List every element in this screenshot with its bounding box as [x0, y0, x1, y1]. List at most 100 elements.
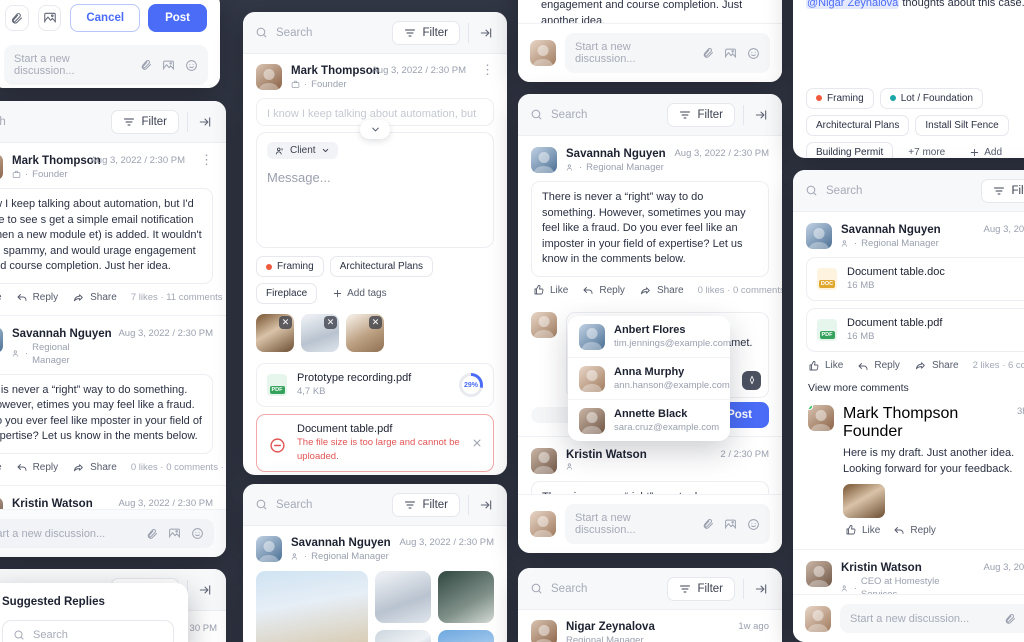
- tag-chip[interactable]: Install Silt Fence: [915, 114, 1009, 136]
- suggested-replies-search-input[interactable]: Search: [2, 620, 174, 642]
- filter-icon: [680, 585, 691, 592]
- reply-button[interactable]: Reply: [16, 461, 58, 473]
- share-button[interactable]: Share: [72, 291, 117, 304]
- like-button[interactable]: Like: [808, 360, 843, 372]
- mention-option[interactable]: Annette Black sara.cruz@example.com: [568, 399, 730, 441]
- search-input[interactable]: earch: [0, 115, 103, 128]
- view-more-comments-button[interactable]: View more comments: [806, 376, 1024, 396]
- tag-list: Framing Lot / Foundation Architectural P…: [806, 80, 1024, 158]
- new-discussion-input[interactable]: Start a new discussion...: [840, 604, 1024, 633]
- expand-chevron-down-icon[interactable]: [360, 120, 390, 139]
- filter-button[interactable]: Filter: [392, 20, 460, 45]
- collapse-panel-icon[interactable]: [477, 498, 495, 512]
- filter-icon: [405, 29, 416, 36]
- new-discussion-input[interactable]: Start a new discussion...: [0, 519, 214, 548]
- gallery-image[interactable]: [256, 571, 368, 642]
- add-tags-label: Add: [984, 146, 1003, 158]
- post-menu-icon[interactable]: ⋮: [475, 63, 494, 76]
- comment-image[interactable]: [843, 484, 885, 518]
- tag-chip[interactable]: Framing: [256, 256, 324, 277]
- mention-token[interactable]: @Nigar Zeynalova: [806, 0, 900, 9]
- cancel-button[interactable]: Cancel: [70, 4, 141, 32]
- new-discussion-input[interactable]: Start a new discussion...: [565, 504, 770, 544]
- add-tags-button[interactable]: Add tags: [323, 284, 396, 303]
- like-button[interactable]: e: [0, 461, 2, 473]
- collapse-panel-icon[interactable]: [196, 583, 214, 597]
- reply-button[interactable]: Reply: [16, 291, 58, 303]
- image-thumbnail[interactable]: ✕: [256, 314, 294, 352]
- tag-chip[interactable]: Architectural Plans: [329, 256, 434, 277]
- tag-chip[interactable]: Building Permit: [806, 141, 894, 158]
- filter-button[interactable]: Filter: [111, 109, 179, 134]
- mention-option[interactable]: Anbert Flores tim.jennings@example.com: [568, 316, 730, 357]
- attach-icon[interactable]: [5, 5, 29, 31]
- post-button[interactable]: Post: [148, 4, 207, 32]
- filter-button[interactable]: Filter: [667, 102, 735, 127]
- collapse-panel-icon[interactable]: [477, 26, 495, 40]
- post-author: Savannah Nguyen: [12, 327, 112, 340]
- reply-button[interactable]: Reply: [893, 524, 936, 536]
- tag-color-dot: [816, 95, 822, 101]
- post-role: · Regional Manager: [12, 341, 109, 367]
- collapse-panel-icon[interactable]: [752, 582, 770, 596]
- image-thumbnail[interactable]: ✕: [301, 314, 339, 352]
- search-input[interactable]: Search: [255, 498, 384, 511]
- post-item: Mark Thompson · Founder Aug 3, 2022 / 2:3…: [0, 143, 226, 315]
- tag-chip[interactable]: Fireplace: [256, 283, 318, 304]
- audience-selector[interactable]: Client: [267, 142, 338, 159]
- remove-image-icon[interactable]: ✕: [324, 316, 337, 329]
- mention-name: Annette Black: [614, 408, 688, 420]
- toolbar: Search Filter: [518, 94, 782, 136]
- search-input[interactable]: Search: [530, 582, 659, 595]
- reply-button[interactable]: Reply: [582, 284, 625, 296]
- image-thumbnail[interactable]: ✕: [346, 314, 384, 352]
- audience-label: Client: [290, 145, 316, 156]
- remove-image-icon[interactable]: ✕: [369, 316, 382, 329]
- image-icon[interactable]: [37, 5, 62, 31]
- tag-chip[interactable]: Architectural Plans: [806, 114, 910, 136]
- collapse-panel-icon[interactable]: [752, 108, 770, 122]
- thumbs-up-icon: [809, 360, 819, 370]
- search-input[interactable]: Search: [255, 26, 384, 39]
- like-button[interactable]: Like: [845, 524, 880, 536]
- search-input[interactable]: Search: [805, 184, 973, 197]
- search-input[interactable]: Search: [530, 108, 659, 121]
- gallery-image[interactable]: [375, 571, 431, 623]
- attachment-size: 4,7 KB: [297, 386, 326, 397]
- message-placeholder: Message...: [267, 169, 331, 185]
- more-tags-button[interactable]: +7 more: [899, 142, 955, 158]
- filter-button[interactable]: Filter: [667, 576, 735, 601]
- new-discussion-input[interactable]: Start a new discussion...: [4, 45, 208, 85]
- collapse-panel-icon[interactable]: [196, 115, 214, 129]
- tag-chip[interactable]: Lot / Foundation: [879, 87, 983, 109]
- briefcase-icon: [12, 170, 21, 178]
- add-tags-label: Add tags: [347, 288, 387, 299]
- share-button[interactable]: Share: [914, 359, 959, 372]
- reply-button[interactable]: Reply: [857, 360, 900, 372]
- toolbar: Search Filter: [243, 12, 507, 54]
- share-icon: [915, 362, 925, 370]
- gallery-image[interactable]: [438, 571, 494, 623]
- tag-list: Framing Architectural Plans Fireplace Ad…: [256, 248, 494, 306]
- like-button[interactable]: Like: [533, 284, 568, 296]
- message-composer[interactable]: Client Message...: [256, 132, 494, 248]
- add-tags-button[interactable]: Add: [960, 142, 1012, 158]
- gallery-image[interactable]: [438, 630, 494, 642]
- remove-image-icon[interactable]: ✕: [279, 316, 292, 329]
- like-button[interactable]: e: [0, 291, 2, 303]
- attachment-row[interactable]: PDF Document table.pdf 16 MB: [806, 308, 1024, 352]
- new-discussion-input[interactable]: Start a new discussion...: [565, 33, 770, 73]
- share-button[interactable]: Share: [72, 461, 117, 474]
- send-icon[interactable]: [742, 370, 761, 390]
- post-menu-icon[interactable]: ⋮: [194, 153, 213, 166]
- filter-button[interactable]: Filter: [981, 178, 1024, 203]
- tag-chip[interactable]: Framing: [806, 87, 874, 109]
- remove-attachment-icon[interactable]: [471, 437, 483, 449]
- tag-label: Install Silt Fence: [925, 119, 999, 131]
- filter-button[interactable]: Filter: [392, 492, 460, 517]
- gallery-image[interactable]: [375, 630, 431, 642]
- post-item: Savannah Nguyen · Regional Manager Aug 3,…: [793, 212, 1024, 549]
- attachment-row[interactable]: DOC Document table.doc 16 MB: [806, 257, 1024, 301]
- mention-option[interactable]: Anna Murphy ann.hanson@example.com: [568, 357, 730, 399]
- share-button[interactable]: Share: [639, 284, 684, 297]
